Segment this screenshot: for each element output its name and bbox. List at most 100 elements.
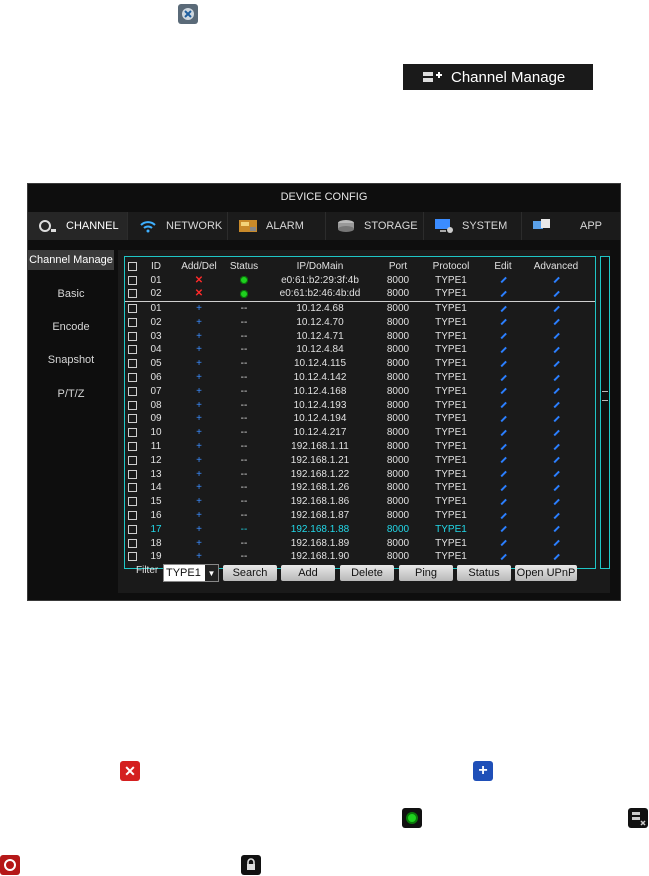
table-row[interactable]: 01 + -- 10.12.4.68 8000 TYPE1 — [125, 302, 595, 316]
advanced-edit-icon[interactable] — [525, 481, 587, 495]
sidebar-item-basic[interactable]: Basic — [28, 284, 114, 304]
table-row[interactable]: 03 + -- 10.12.4.71 8000 TYPE1 — [125, 330, 595, 344]
advanced-edit-icon[interactable] — [525, 399, 587, 413]
delete-icon[interactable]: ✕ — [175, 274, 223, 288]
add-icon[interactable]: + — [175, 454, 223, 468]
row-checkbox[interactable] — [128, 455, 137, 465]
table-row[interactable]: 01 ✕ e0:61:b2:29:3f:4b 8000 TYPE1 — [125, 274, 595, 288]
add-icon[interactable]: + — [175, 302, 223, 316]
advanced-edit-icon[interactable] — [525, 495, 587, 509]
advanced-edit-icon[interactable] — [525, 357, 587, 371]
edit-icon[interactable] — [481, 316, 525, 330]
add-icon[interactable]: + — [175, 399, 223, 413]
row-checkbox[interactable] — [128, 345, 137, 355]
advanced-edit-icon[interactable] — [525, 287, 587, 301]
table-row[interactable]: 19 + -- 192.168.1.90 8000 TYPE1 — [125, 550, 595, 564]
tab-system[interactable]: SYSTEM — [424, 212, 522, 240]
edit-icon[interactable] — [481, 454, 525, 468]
advanced-edit-icon[interactable] — [525, 343, 587, 357]
edit-icon[interactable] — [481, 412, 525, 426]
table-row[interactable]: 09 + -- 10.12.4.194 8000 TYPE1 — [125, 412, 595, 426]
advanced-edit-icon[interactable] — [525, 385, 587, 399]
edit-icon[interactable] — [481, 287, 525, 301]
search-button[interactable]: Search — [223, 565, 277, 581]
row-checkbox[interactable] — [128, 511, 137, 520]
tab-channel[interactable]: CHANNEL — [28, 212, 128, 240]
edit-icon[interactable] — [481, 509, 525, 523]
table-row[interactable]: 05 + -- 10.12.4.115 8000 TYPE1 — [125, 357, 595, 371]
ping-button[interactable]: Ping — [399, 565, 453, 581]
row-checkbox[interactable] — [128, 373, 137, 382]
advanced-edit-icon[interactable] — [525, 440, 587, 454]
table-row[interactable]: 13 + -- 192.168.1.22 8000 TYPE1 — [125, 468, 595, 482]
delete-button[interactable]: Delete — [340, 565, 394, 581]
row-checkbox[interactable] — [128, 442, 137, 451]
advanced-edit-icon[interactable] — [525, 371, 587, 385]
table-row[interactable]: 08 + -- 10.12.4.193 8000 TYPE1 — [125, 399, 595, 413]
advanced-edit-icon[interactable] — [525, 316, 587, 330]
edit-icon[interactable] — [481, 495, 525, 509]
edit-icon[interactable] — [481, 440, 525, 454]
table-row[interactable]: 10 + -- 10.12.4.217 8000 TYPE1 — [125, 426, 595, 440]
row-checkbox[interactable] — [128, 414, 137, 424]
row-checkbox[interactable] — [128, 289, 137, 299]
add-icon[interactable]: + — [175, 357, 223, 371]
sidebar-item-ptz[interactable]: P/T/Z — [28, 384, 114, 404]
table-row[interactable]: 07 + -- 10.12.4.168 8000 TYPE1 — [125, 385, 595, 399]
row-checkbox[interactable] — [128, 386, 137, 396]
advanced-edit-icon[interactable] — [525, 274, 587, 288]
add-icon[interactable]: + — [175, 330, 223, 344]
add-icon[interactable]: + — [175, 468, 223, 482]
row-checkbox[interactable] — [128, 483, 137, 493]
edit-icon[interactable] — [481, 357, 525, 371]
delete-icon[interactable]: ✕ — [175, 287, 223, 301]
table-row[interactable]: 14 + -- 192.168.1.26 8000 TYPE1 — [125, 481, 595, 495]
table-row[interactable]: 04 + -- 10.12.4.84 8000 TYPE1 — [125, 343, 595, 357]
tab-network[interactable]: NETWORK — [128, 212, 228, 240]
advanced-edit-icon[interactable] — [525, 537, 587, 551]
edit-icon[interactable] — [481, 330, 525, 344]
edit-icon[interactable] — [481, 385, 525, 399]
tab-alarm[interactable]: ALARM — [228, 212, 326, 240]
row-checkbox[interactable] — [128, 400, 137, 410]
add-icon[interactable]: + — [175, 426, 223, 440]
tab-app[interactable]: APP — [522, 212, 620, 240]
advanced-edit-icon[interactable] — [525, 468, 587, 482]
row-checkbox[interactable] — [128, 428, 137, 438]
row-checkbox[interactable] — [128, 275, 137, 285]
sidebar-item-encode[interactable]: Encode — [28, 317, 114, 337]
advanced-edit-icon[interactable] — [525, 302, 587, 316]
row-checkbox[interactable] — [128, 317, 137, 327]
edit-icon[interactable] — [481, 302, 525, 316]
add-icon[interactable]: + — [175, 371, 223, 385]
filter-select[interactable]: TYPE1 ▼ — [163, 564, 219, 582]
row-checkbox[interactable] — [128, 469, 137, 479]
table-row[interactable]: 11 + -- 192.168.1.11 8000 TYPE1 — [125, 440, 595, 454]
table-row[interactable]: 15 + -- 192.168.1.86 8000 TYPE1 — [125, 495, 595, 509]
add-icon[interactable]: + — [175, 385, 223, 399]
edit-icon[interactable] — [481, 371, 525, 385]
status-button[interactable]: Status — [457, 565, 511, 581]
advanced-edit-icon[interactable] — [525, 426, 587, 440]
add-icon[interactable]: + — [175, 523, 223, 537]
advanced-edit-icon[interactable] — [525, 330, 587, 344]
add-icon[interactable]: + — [175, 537, 223, 551]
add-icon[interactable]: + — [175, 481, 223, 495]
table-row[interactable]: 18 + -- 192.168.1.89 8000 TYPE1 — [125, 537, 595, 551]
advanced-edit-icon[interactable] — [525, 523, 587, 537]
edit-icon[interactable] — [481, 481, 525, 495]
table-row[interactable]: 02 + -- 10.12.4.70 8000 TYPE1 — [125, 316, 595, 330]
edit-icon[interactable] — [481, 468, 525, 482]
edit-icon[interactable] — [481, 523, 525, 537]
table-scrollbar[interactable] — [600, 256, 610, 569]
add-icon[interactable]: + — [175, 495, 223, 509]
table-row[interactable]: 16 + -- 192.168.1.87 8000 TYPE1 — [125, 509, 595, 523]
edit-icon[interactable] — [481, 426, 525, 440]
advanced-edit-icon[interactable] — [525, 550, 587, 564]
table-row[interactable]: 06 + -- 10.12.4.142 8000 TYPE1 — [125, 371, 595, 385]
add-icon[interactable]: + — [175, 509, 223, 523]
add-icon[interactable]: + — [175, 412, 223, 426]
edit-icon[interactable] — [481, 550, 525, 564]
select-all-checkbox[interactable] — [128, 262, 137, 271]
add-icon[interactable]: + — [175, 316, 223, 330]
